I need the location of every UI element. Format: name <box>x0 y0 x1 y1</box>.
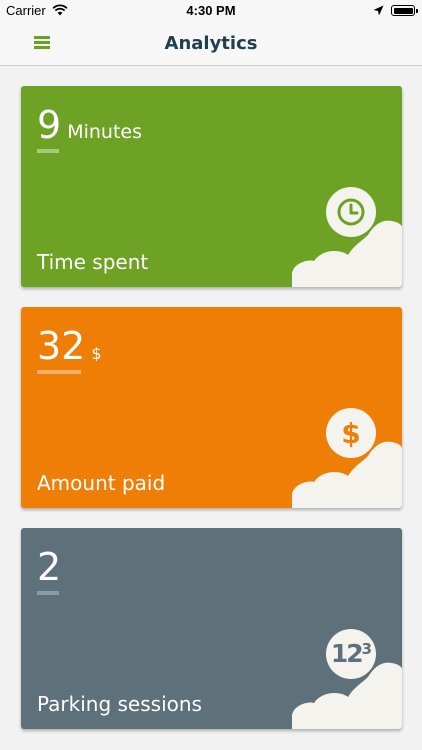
parking-sessions-value: 2 <box>37 545 62 589</box>
amount-paid-card[interactable]: 32 $ $ Amount paid <box>21 307 402 508</box>
clock-icon-badge <box>326 187 376 237</box>
time-spent-card[interactable]: 9 Minutes Time spent <box>21 86 402 287</box>
amount-paid-label: Amount paid <box>37 471 166 495</box>
time-spent-unit: Minutes <box>67 121 142 143</box>
value-underline <box>37 591 59 595</box>
battery-tip <box>416 9 418 13</box>
page-title: Analytics <box>164 33 258 54</box>
status-time: 4:30 PM <box>186 3 236 18</box>
card-value: 32 $ <box>37 325 102 367</box>
numbers-icon: 123 <box>330 639 372 668</box>
value-underline <box>37 370 81 374</box>
parking-sessions-label: Parking sessions <box>37 692 202 716</box>
card-value: 2 <box>37 546 61 588</box>
clock-icon <box>337 198 365 226</box>
time-spent-label: Time spent <box>37 250 149 274</box>
hamburger-menu-icon[interactable] <box>34 36 50 50</box>
value-underline <box>37 149 59 153</box>
numbers-icon-badge: 123 <box>326 629 376 679</box>
status-bar: Carrier 4:30 PM <box>0 0 422 22</box>
card-value: 9 Minutes <box>37 104 142 146</box>
dollar-icon: $ <box>341 417 361 450</box>
time-spent-value: 9 <box>37 103 62 147</box>
location-arrow-icon <box>373 5 384 16</box>
dollar-icon-badge: $ <box>326 408 376 458</box>
battery-icon <box>391 5 415 16</box>
parking-sessions-card[interactable]: 2 123 Parking sessions <box>21 528 402 729</box>
navigation-bar: Analytics <box>0 22 422 66</box>
amount-paid-value: 32 <box>37 324 86 368</box>
amount-paid-unit: $ <box>91 344 102 363</box>
